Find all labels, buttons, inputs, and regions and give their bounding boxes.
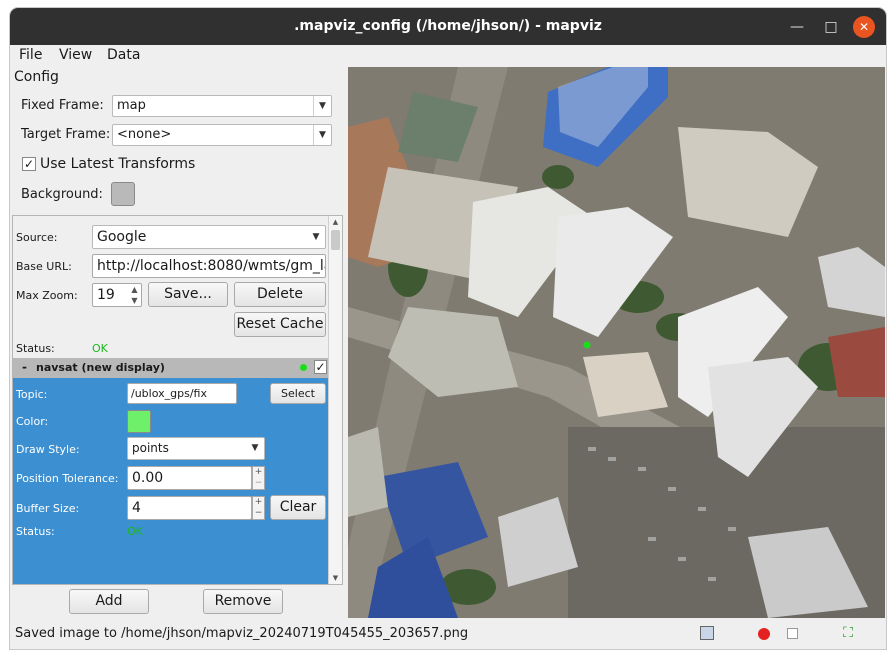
status-bar: Saved image to /home/jhson/mapviz_202407… bbox=[10, 620, 886, 649]
collapse-icon[interactable]: - bbox=[22, 360, 27, 374]
target-frame-combo[interactable]: <none> ▼ bbox=[112, 124, 332, 146]
spin-up-icon[interactable]: ▲ bbox=[128, 285, 141, 294]
minus-icon[interactable]: − bbox=[253, 478, 264, 489]
reset-cache-button[interactable]: Reset Cache bbox=[234, 312, 326, 337]
buffer-size-label: Buffer Size: bbox=[16, 502, 80, 515]
title-bar: .mapviz_config (/home/jhson/) - mapviz —… bbox=[10, 8, 886, 45]
navsat-enabled-checkbox[interactable]: ✓ bbox=[314, 360, 327, 374]
remove-button[interactable]: Remove bbox=[203, 589, 283, 614]
buffer-size-input[interactable]: 4 bbox=[127, 496, 252, 520]
maximize-button[interactable]: □ bbox=[820, 16, 842, 38]
chevron-down-icon: ▼ bbox=[312, 232, 320, 242]
save-button[interactable]: Save... bbox=[148, 282, 228, 307]
config-heading: Config bbox=[14, 69, 59, 85]
displays-scrollbar[interactable]: ▲ ▼ bbox=[328, 216, 342, 584]
menu-data[interactable]: Data bbox=[107, 47, 140, 63]
status-dot-icon bbox=[300, 364, 307, 371]
scroll-up-icon[interactable]: ▲ bbox=[329, 216, 342, 228]
background-label: Background: bbox=[21, 187, 103, 202]
position-tolerance-spin[interactable]: + − bbox=[252, 466, 265, 490]
use-latest-transforms-label: Use Latest Transforms bbox=[40, 156, 196, 172]
displays-list: Source: Google ▼ Base URL: http://localh… bbox=[12, 215, 343, 585]
add-button[interactable]: Add bbox=[69, 589, 149, 614]
config-panel: Config Fixed Frame: map ▼ Target Frame: … bbox=[10, 67, 347, 620]
scrollbar-thumb[interactable] bbox=[331, 230, 340, 250]
use-latest-transforms-checkbox[interactable]: ✓ bbox=[22, 157, 36, 171]
window-title: .mapviz_config (/home/jhson/) - mapviz bbox=[294, 18, 602, 34]
chevron-down-icon: ▼ bbox=[313, 125, 331, 145]
close-button[interactable]: ✕ bbox=[853, 16, 875, 38]
satellite-map-image bbox=[348, 67, 885, 618]
plus-icon[interactable]: + bbox=[253, 497, 264, 508]
scroll-down-icon[interactable]: ▼ bbox=[329, 572, 342, 584]
minus-icon[interactable]: − bbox=[253, 508, 264, 519]
position-tolerance-input[interactable]: 0.00 bbox=[127, 466, 252, 490]
chevron-down-icon: ▼ bbox=[251, 443, 259, 453]
stop-icon[interactable] bbox=[787, 628, 798, 639]
record-icon[interactable] bbox=[758, 628, 770, 640]
menu-view[interactable]: View bbox=[59, 47, 92, 63]
status-message: Saved image to /home/jhson/mapviz_202407… bbox=[15, 626, 469, 641]
screenshot-icon[interactable] bbox=[700, 626, 714, 640]
spin-down-icon[interactable]: ▼ bbox=[128, 296, 141, 305]
resize-grip-icon[interactable]: ⛶ bbox=[840, 625, 856, 641]
menu-bar: File View Data bbox=[10, 45, 886, 67]
navsat-display-body: Topic: /ublox_gps/fix Select Color: Draw… bbox=[13, 378, 329, 584]
app-window: .mapviz_config (/home/jhson/) - mapviz —… bbox=[10, 8, 886, 649]
color-label: Color: bbox=[16, 415, 49, 428]
target-frame-label: Target Frame: bbox=[21, 127, 111, 142]
tile-status-value: OK bbox=[92, 342, 108, 355]
topic-label: Topic: bbox=[16, 388, 48, 401]
background-color-button[interactable] bbox=[111, 182, 135, 206]
navsat-status-label: Status: bbox=[16, 525, 55, 538]
navsat-status-value: OK bbox=[127, 525, 143, 538]
topic-input[interactable]: /ublox_gps/fix bbox=[127, 383, 237, 404]
tile-status-label: Status: bbox=[16, 342, 55, 355]
chevron-down-icon: ▼ bbox=[313, 96, 331, 116]
navsat-title: navsat (new display) bbox=[36, 361, 165, 374]
draw-style-combo[interactable]: points ▼ bbox=[127, 437, 265, 460]
max-zoom-label: Max Zoom: bbox=[16, 289, 78, 302]
source-combo[interactable]: Google ▼ bbox=[92, 225, 326, 249]
buffer-size-spin[interactable]: + − bbox=[252, 496, 265, 520]
map-canvas[interactable] bbox=[348, 67, 885, 618]
source-value: Google bbox=[97, 229, 147, 245]
plus-icon[interactable]: + bbox=[253, 467, 264, 478]
minimize-button[interactable]: — bbox=[786, 16, 808, 38]
select-topic-button[interactable]: Select bbox=[270, 383, 326, 404]
base-url-label: Base URL: bbox=[16, 260, 72, 273]
target-frame-value: <none> bbox=[117, 127, 172, 142]
fixed-frame-combo[interactable]: map ▼ bbox=[112, 95, 332, 117]
position-tolerance-label: Position Tolerance: bbox=[16, 472, 119, 485]
source-label: Source: bbox=[16, 231, 58, 244]
fixed-frame-label: Fixed Frame: bbox=[21, 98, 104, 113]
fixed-frame-value: map bbox=[117, 98, 146, 113]
color-swatch-button[interactable] bbox=[127, 410, 151, 433]
base-url-input[interactable]: http://localhost:8080/wmts/gm_la bbox=[92, 254, 326, 278]
draw-style-value: points bbox=[132, 441, 169, 455]
delete-button[interactable]: Delete bbox=[234, 282, 326, 307]
navsat-display-header[interactable]: - navsat (new display) ✓ bbox=[13, 358, 329, 378]
draw-style-label: Draw Style: bbox=[16, 443, 80, 456]
max-zoom-value: 19 bbox=[97, 287, 115, 303]
gps-point bbox=[583, 341, 591, 349]
menu-file[interactable]: File bbox=[19, 47, 42, 63]
clear-button[interactable]: Clear bbox=[270, 495, 326, 520]
